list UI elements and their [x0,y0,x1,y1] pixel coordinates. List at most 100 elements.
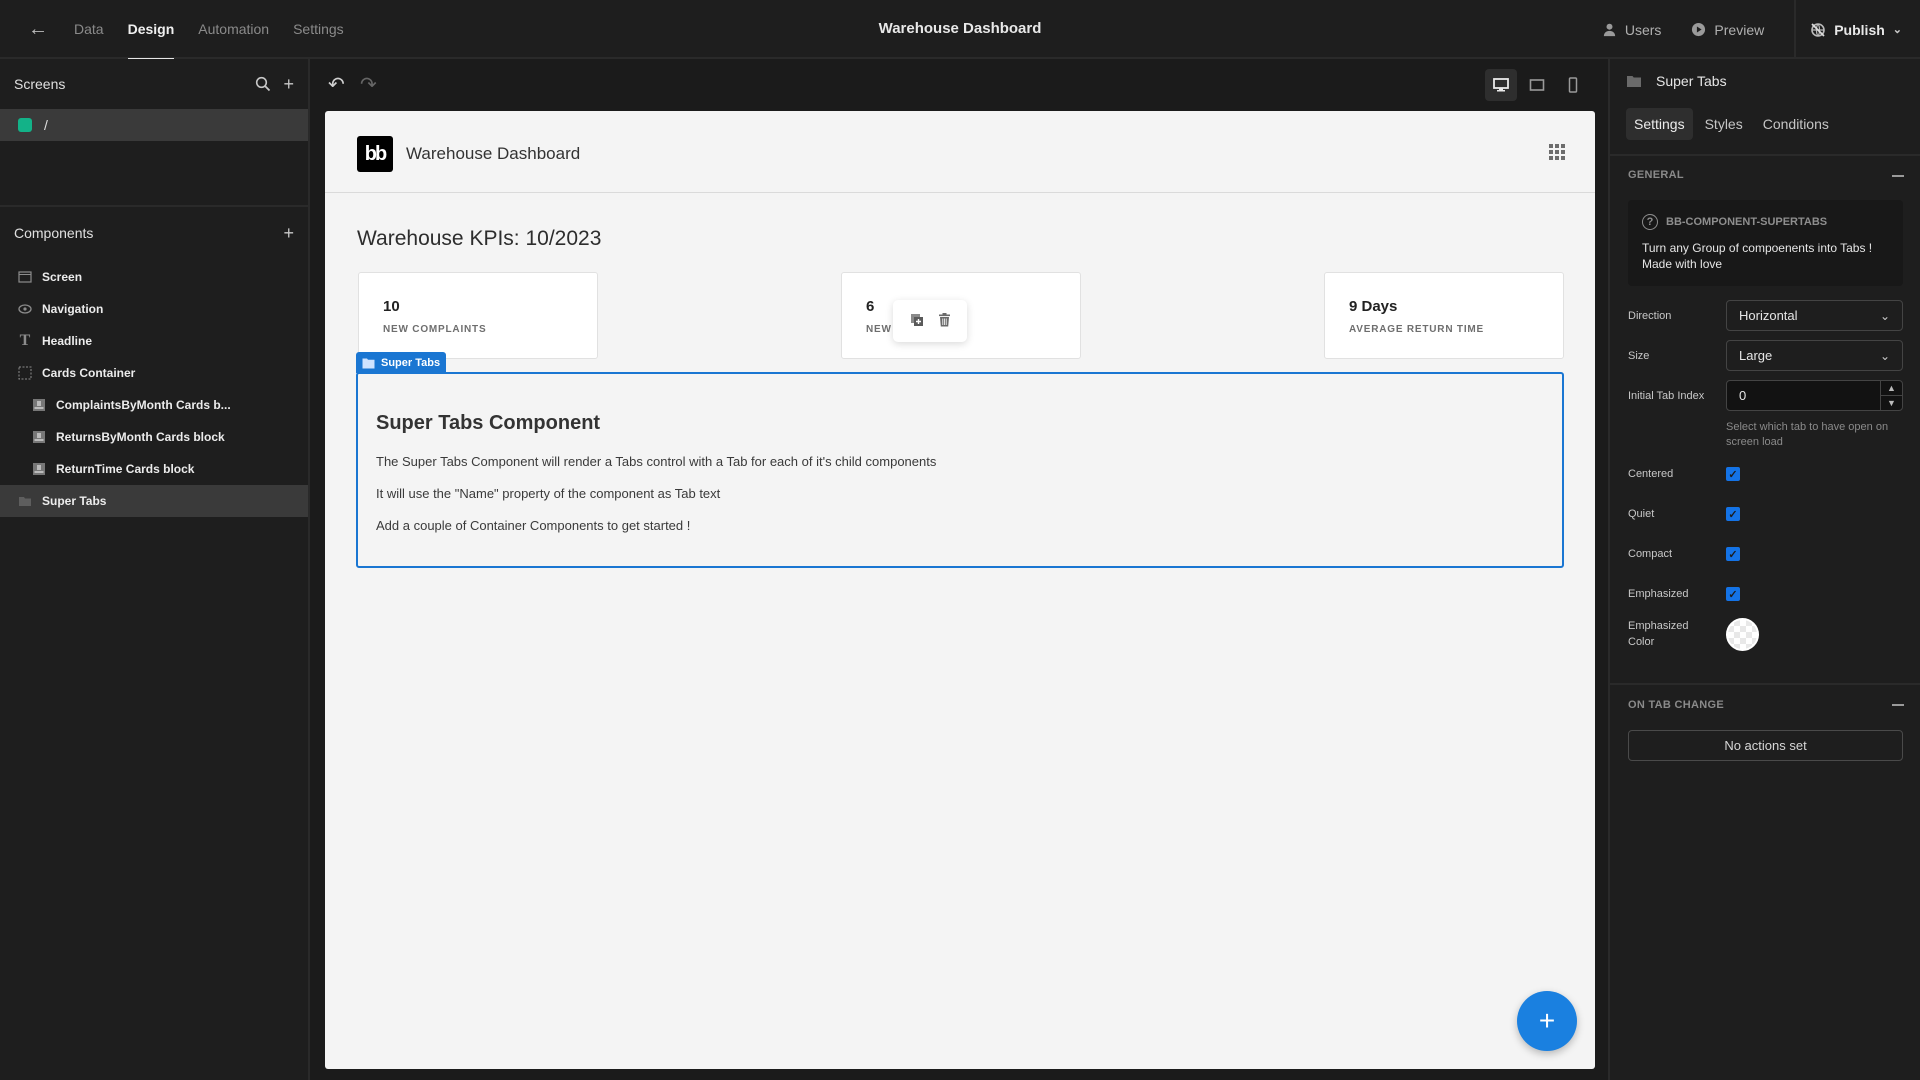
add-component-icon[interactable]: + [283,223,294,244]
info-text: Turn any Group of compoenents into Tabs … [1642,241,1873,271]
direction-label: Direction [1628,310,1672,322]
plus-icon: + [1538,1005,1556,1036]
super-tabs-title: Super Tabs Component [376,412,601,434]
super-tabs-line: Add a couple of Container Components to … [376,518,691,533]
publish-button[interactable]: Publish ⌄ [1794,0,1920,59]
component-item-super-tabs[interactable]: Super Tabs [0,485,308,517]
screens-section: Screens + / [0,59,308,207]
tablet-view-button[interactable] [1521,69,1553,101]
redo-icon[interactable]: ↷ [360,72,377,97]
tab-automation[interactable]: Automation [198,0,269,59]
folder-icon [1627,76,1641,87]
container-icon [18,366,32,380]
direction-select[interactable]: Horizontal ⌄ [1726,300,1903,331]
selected-component-title: Super Tabs [1656,73,1727,89]
stepper: ▲ ▼ [1880,381,1902,410]
settings-tabs: Settings Styles Conditions [1626,108,1837,140]
kpi-card-complaints[interactable]: 10 NEW COMPLAINTS [358,272,598,359]
increment-icon[interactable]: ▲ [1881,381,1902,396]
collapse-general-icon[interactable] [1892,175,1904,177]
kpi-label: NEW COMPLAINTS [383,324,487,335]
cards-block-icon [33,463,45,475]
users-button[interactable]: Users [1602,21,1662,38]
compact-label: Compact [1628,548,1673,560]
desktop-view-button[interactable] [1485,69,1517,101]
component-hover-toolbar [893,300,967,342]
kpi-value: 6 [866,298,875,315]
mobile-view-button[interactable] [1557,69,1589,101]
divider [1610,154,1920,156]
divider [1610,683,1920,685]
component-label: Cards Container [42,366,136,380]
tab-settings-panel[interactable]: Settings [1626,108,1693,140]
back-arrow-icon[interactable]: ← [28,18,50,40]
tab-design[interactable]: Design [127,0,174,60]
tab-styles[interactable]: Styles [1697,108,1751,140]
folder-icon [19,497,31,506]
component-item-complaints-cards[interactable]: ComplaintsByMonth Cards b... [0,389,308,421]
chevron-down-icon: ⌄ [1879,308,1890,323]
app-name: Warehouse Dashboard [406,144,581,163]
super-tabs-line: It will use the "Name" property of the c… [376,486,721,501]
folder-icon [362,358,375,368]
tab-conditions[interactable]: Conditions [1755,108,1837,140]
component-tree: Screen Navigation T Headline Cards Conta… [0,259,308,517]
component-label: Navigation [42,302,104,316]
component-label: Screen [42,270,83,284]
decrement-icon[interactable]: ▼ [1881,396,1902,410]
collapse-on-tab-change-icon[interactable] [1892,704,1904,706]
duplicate-icon[interactable] [910,313,924,330]
add-screen-icon[interactable]: + [283,75,294,93]
left-panel: Screens + / Components + Screen Navigati… [0,59,310,1080]
component-label: Super Tabs [42,494,107,508]
kpi-headline: Warehouse KPIs: 10/2023 [357,227,602,250]
emphasized-checkbox[interactable]: ✓ [1726,587,1740,601]
search-icon[interactable] [255,76,271,92]
actions-button[interactable]: No actions set [1628,730,1903,761]
component-item-returntime-cards[interactable]: ReturnTime Cards block [0,453,308,485]
component-item-navigation[interactable]: Navigation [0,293,308,325]
preview-button[interactable]: Preview [1691,22,1764,38]
initial-tab-value: 0 [1739,388,1747,403]
component-item-headline[interactable]: T Headline [0,325,308,357]
mobile-icon [1568,77,1578,93]
tab-settings[interactable]: Settings [293,0,344,59]
tab-data[interactable]: Data [74,0,104,59]
undo-icon[interactable]: ↶ [328,72,345,97]
quiet-label: Quiet [1628,508,1655,520]
selected-component-tag[interactable]: Super Tabs [356,352,447,373]
info-title: BB-COMPONENT-SUPERTABS [1666,216,1828,228]
component-item-returns-cards[interactable]: ReturnsByMonth Cards block [0,421,308,453]
device-switcher [1485,69,1589,101]
apps-grid-icon[interactable] [1549,144,1565,160]
component-item-screen[interactable]: Screen [0,261,308,293]
compact-checkbox[interactable]: ✓ [1726,547,1740,561]
emphasized-label: Emphasized [1628,588,1689,600]
initial-tab-label: Initial Tab Index [1628,390,1705,402]
globe-off-icon [1811,22,1826,37]
components-title: Components [14,225,94,241]
centered-checkbox[interactable]: ✓ [1726,467,1740,481]
components-header: Components + [0,207,308,259]
cards-block-icon [33,431,45,443]
kpi-value: 10 [383,298,400,315]
users-label: Users [1624,21,1662,38]
desktop-icon [1493,78,1509,92]
app-logo: bb [357,136,393,172]
play-circle-icon [1692,22,1706,37]
component-info-box: ? BB-COMPONENT-SUPERTABS Turn any Group … [1628,200,1903,286]
delete-icon[interactable] [938,312,951,330]
settings-panel: Super Tabs Settings Styles Conditions GE… [1608,59,1920,1080]
screen-item[interactable]: / [0,109,308,141]
super-tabs-line: The Super Tabs Component will render a T… [376,454,937,469]
add-component-fab[interactable]: + [1517,991,1577,1051]
kpi-card-return-time[interactable]: 9 Days AVERAGE RETURN TIME [1324,272,1564,359]
emphasized-color-picker[interactable] [1726,618,1759,651]
size-select[interactable]: Large ⌄ [1726,340,1903,371]
initial-tab-help: Select which tab to have open on screen … [1726,421,1889,448]
initial-tab-index-input[interactable]: 0 ▲ ▼ [1726,380,1903,411]
quiet-checkbox[interactable]: ✓ [1726,507,1740,521]
top-bar: ← Data Design Automation Settings Wareho… [0,0,1920,60]
super-tabs-component[interactable]: Super Tabs Component The Super Tabs Comp… [356,372,1564,568]
component-item-cards-container[interactable]: Cards Container [0,357,308,389]
